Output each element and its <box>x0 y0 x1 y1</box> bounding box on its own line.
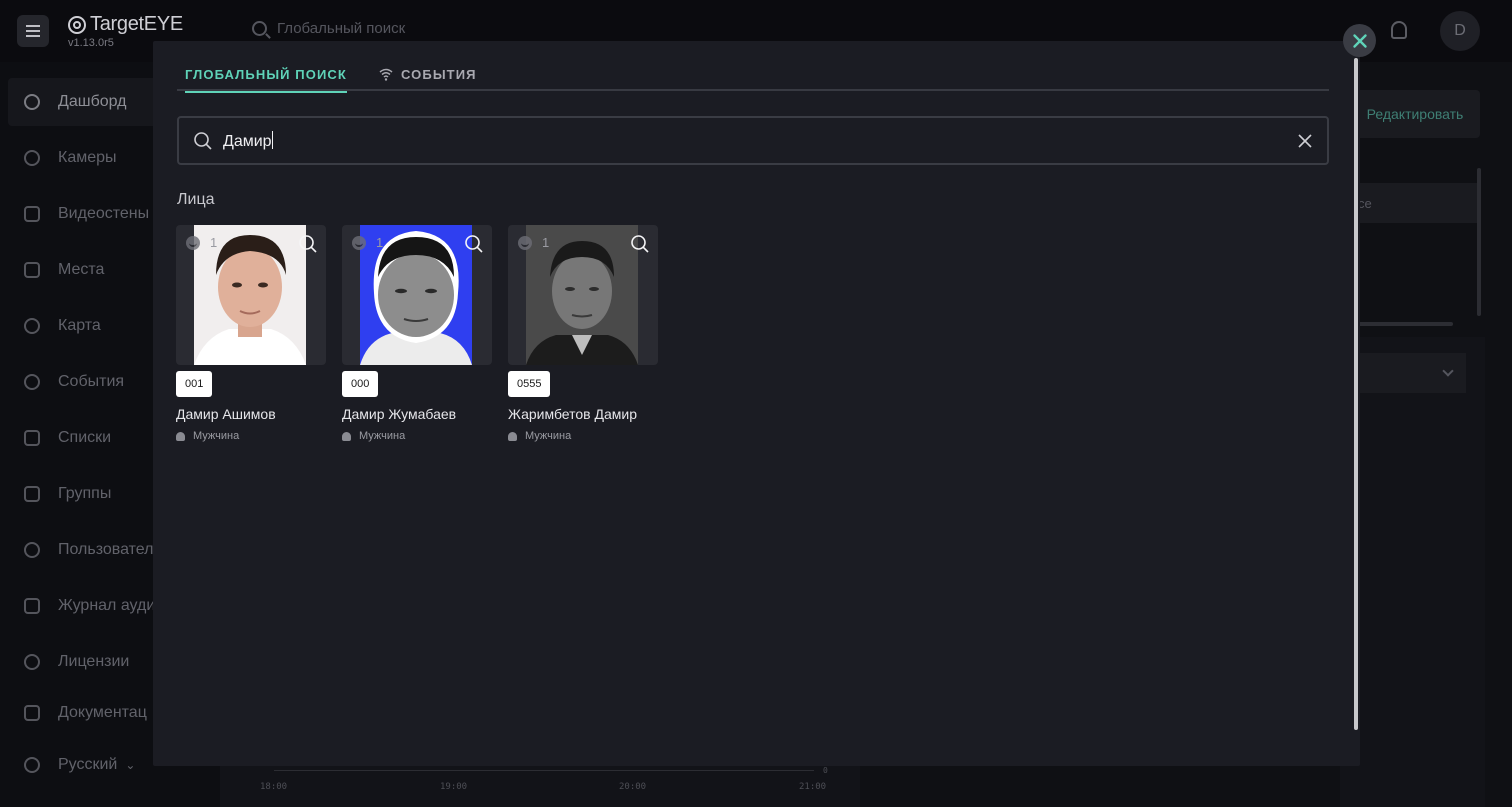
person-gender: Мужчина <box>342 430 492 442</box>
smile-icon <box>518 236 532 250</box>
chevron-down-icon: ⌄ <box>125 758 136 772</box>
license-icon <box>24 654 40 670</box>
sidebar-item-label: Журнал ауди <box>58 597 156 614</box>
background-chart <box>220 762 860 807</box>
face-thumbnail[interactable]: 1 <box>176 225 326 365</box>
gender-label: Мужчина <box>193 430 240 442</box>
camera-icon <box>24 150 40 166</box>
sidebar-item-label: Лицензии <box>58 653 130 670</box>
places-icon <box>24 262 40 278</box>
sidebar-item-label: Карта <box>58 317 101 334</box>
search-input-value: Дамир <box>223 131 273 151</box>
gender-icon <box>508 431 517 441</box>
close-icon <box>1352 33 1367 48</box>
docs-icon <box>24 705 40 721</box>
globe-icon <box>24 757 40 773</box>
events-icon <box>24 374 40 390</box>
gender-icon <box>176 431 185 441</box>
modal-tabs: ГЛОБАЛЬНЫЙ ПОИСК СОБЫТИЯ <box>177 57 1329 93</box>
person-id-badge: 0555 <box>508 371 551 397</box>
horizontal-scrollbar[interactable] <box>1355 322 1453 326</box>
sidebar-item-label: Места <box>58 261 105 278</box>
background-select[interactable] <box>1350 353 1466 393</box>
sidebar-item-label: Пользовател <box>58 541 154 558</box>
map-pin-icon <box>24 318 40 334</box>
sidebar-item-label: Камеры <box>58 149 117 166</box>
modal-scrollbar[interactable] <box>1354 58 1358 730</box>
app-version: v1.13.0r5 <box>68 37 114 49</box>
users-icon <box>24 542 40 558</box>
tab-label: ГЛОБАЛЬНЫЙ ПОИСК <box>185 66 347 82</box>
search-input[interactable]: Дамир <box>177 116 1329 165</box>
face-thumbnail[interactable]: 1 <box>508 225 658 365</box>
clear-search-icon[interactable] <box>1295 131 1315 151</box>
sidebar-item-label: Документац <box>58 704 147 721</box>
match-count: 1 <box>376 235 384 250</box>
audit-log-icon <box>24 598 40 614</box>
search-icon <box>193 131 213 156</box>
global-search-field[interactable]: Глобальный поиск <box>252 20 405 37</box>
avatar[interactable]: D <box>1440 11 1480 51</box>
smile-icon <box>352 236 366 250</box>
smile-icon <box>186 236 200 250</box>
edit-button[interactable]: Редактировать <box>1350 90 1480 138</box>
groups-icon <box>24 486 40 502</box>
chart-tick-label: 20:00 <box>619 782 647 792</box>
person-gender: Мужчина <box>508 430 658 442</box>
folder-icon <box>24 430 40 446</box>
logo: TargetEYE <box>68 13 183 36</box>
logo-text: TargetEYE <box>90 13 183 35</box>
global-search-modal: ГЛОБАЛЬНЫЙ ПОИСК СОБЫТИЯ Дамир Лица 1 00… <box>153 41 1360 766</box>
hamburger-icon <box>26 30 40 32</box>
sidebar-item-label: События <box>58 373 125 390</box>
bell-icon[interactable] <box>1391 21 1407 39</box>
videowall-icon <box>24 206 40 222</box>
chart-tick-label: 19:00 <box>440 782 468 792</box>
search-query: Дамир <box>223 133 272 150</box>
tab-label: СОБЫТИЯ <box>401 66 477 82</box>
wifi-icon <box>379 67 393 81</box>
dashboard-icon <box>24 94 40 110</box>
person-gender: Мужчина <box>176 430 326 442</box>
text-caret <box>271 131 273 149</box>
person-name[interactable]: Жаримбетов Дамир <box>508 406 658 422</box>
person-name[interactable]: Дамир Жумабаев <box>342 406 492 422</box>
face-result-card[interactable]: 1 000 Дамир Жумабаев Мужчина <box>342 225 492 442</box>
person-name[interactable]: Дамир Ашимов <box>176 406 326 422</box>
face-result-card[interactable]: 1 0555 Жаримбетов Дамир Мужчина <box>508 225 658 442</box>
chart-tick-label: 18:00 <box>260 782 288 792</box>
chevron-down-icon <box>1442 365 1454 377</box>
zoom-icon[interactable] <box>630 234 650 259</box>
chart-axis <box>274 770 814 771</box>
gender-label: Мужчина <box>525 430 572 442</box>
close-modal-button[interactable] <box>1343 24 1376 57</box>
vertical-scrollbar[interactable] <box>1477 168 1481 316</box>
sidebar-item-label: Списки <box>58 429 112 446</box>
background-panel <box>1340 337 1485 807</box>
language-label: Русский <box>58 756 118 773</box>
menu-button[interactable] <box>17 15 49 47</box>
gender-label: Мужчина <box>359 430 406 442</box>
gender-icon <box>342 431 351 441</box>
tab-events[interactable]: СОБЫТИЯ <box>379 57 477 91</box>
faces-section-title: Лица <box>177 191 215 208</box>
tab-global-search[interactable]: ГЛОБАЛЬНЫЙ ПОИСК <box>185 57 347 93</box>
chart-tick-label: 21:00 <box>799 782 827 792</box>
search-icon <box>252 21 267 36</box>
person-id-badge: 001 <box>176 371 213 397</box>
logo-icon <box>68 15 86 34</box>
background-field[interactable]: се <box>1350 183 1478 223</box>
chart-zero-label: 0 <box>823 766 828 775</box>
match-count: 1 <box>542 235 550 250</box>
sidebar-item-label: Видеостены <box>58 205 150 222</box>
sidebar-item-label: Группы <box>58 485 112 502</box>
match-count: 1 <box>210 235 218 250</box>
face-thumbnail[interactable]: 1 <box>342 225 492 365</box>
face-result-card[interactable]: 1 001 Дамир Ашимов Мужчина <box>176 225 326 442</box>
zoom-icon[interactable] <box>298 234 318 259</box>
person-id-badge: 000 <box>342 371 379 397</box>
global-search-placeholder: Глобальный поиск <box>277 20 406 37</box>
sidebar-item-label: Дашборд <box>58 93 127 110</box>
zoom-icon[interactable] <box>464 234 484 259</box>
